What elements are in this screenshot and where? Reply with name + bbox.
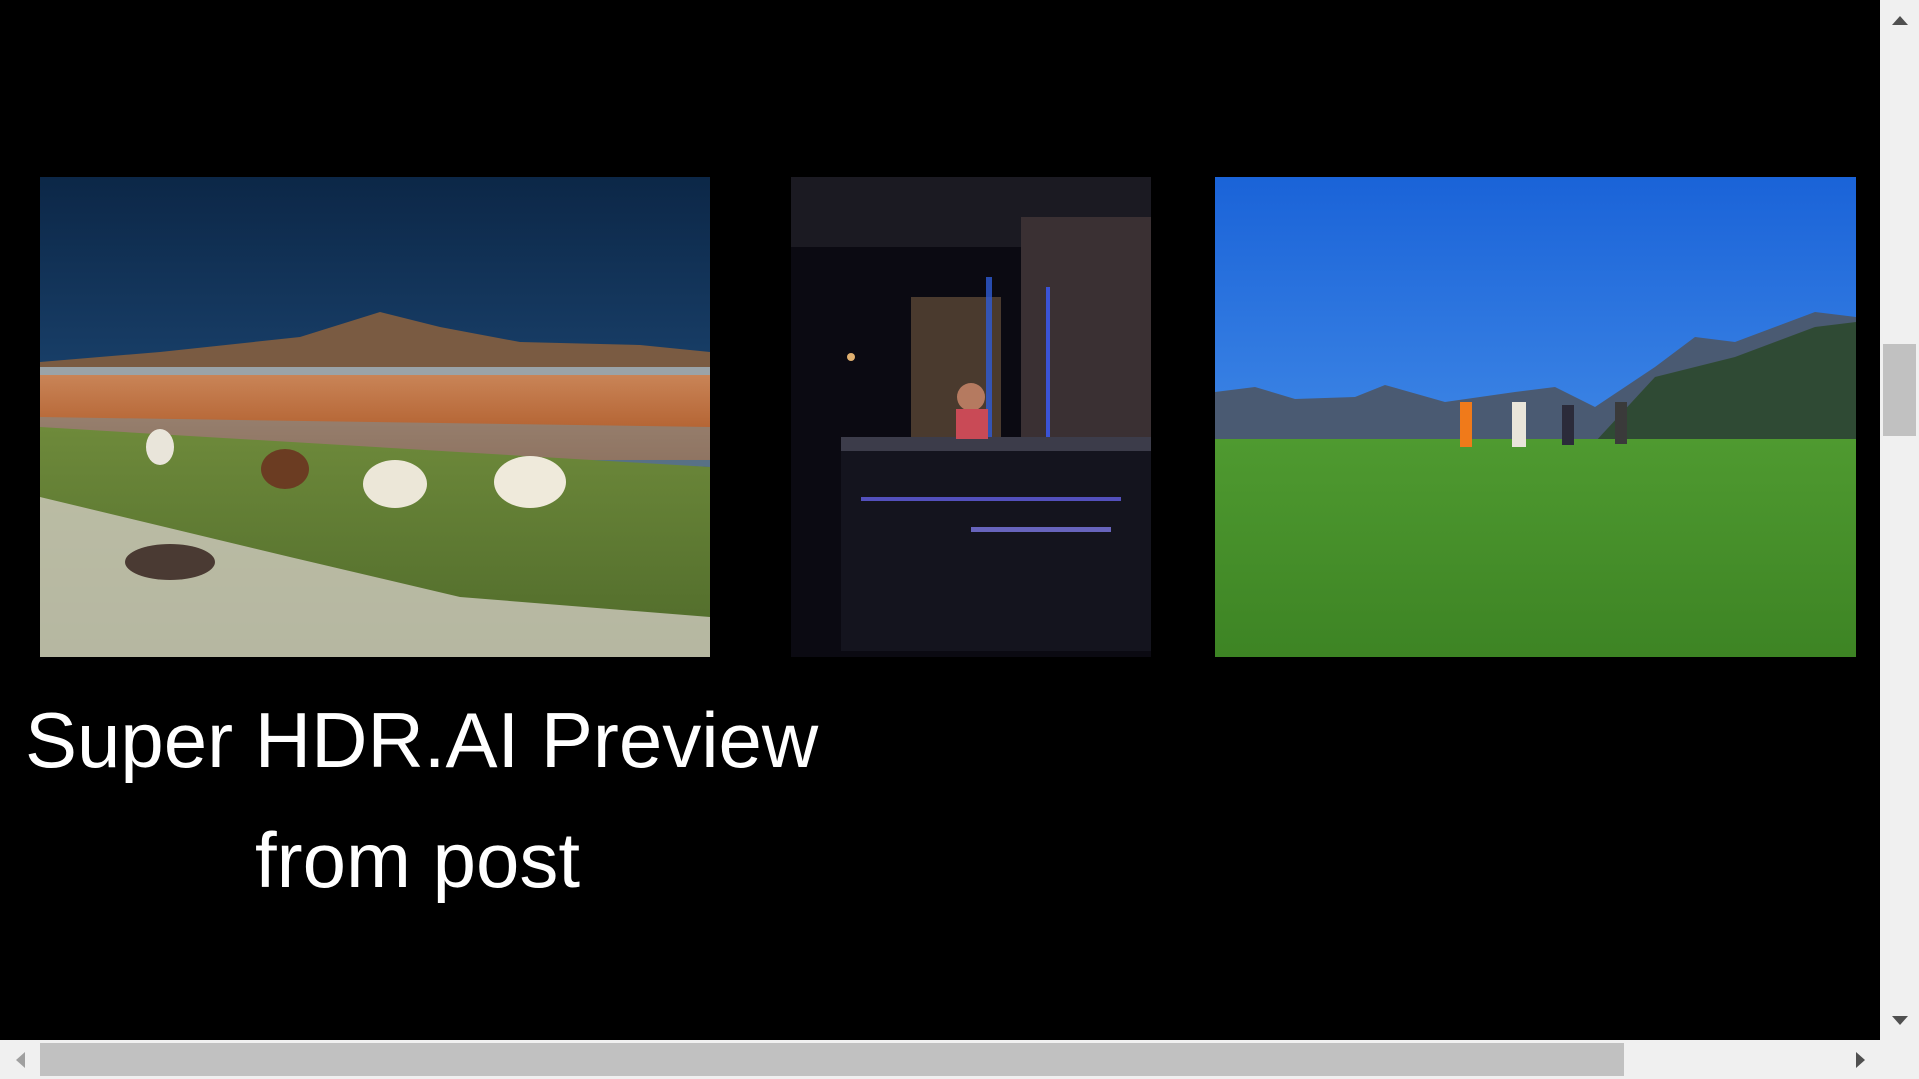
caption-subtitle: from post <box>255 816 581 904</box>
scroll-right-button[interactable] <box>1840 1040 1880 1079</box>
mountain-meadow-photo <box>1215 177 1856 657</box>
vertical-scrollbar[interactable] <box>1880 0 1919 1040</box>
caption-title: Super HDR.AI Preview <box>25 696 819 784</box>
horizontal-scroll-thumb[interactable] <box>40 1043 1624 1076</box>
neon-kitchen-photo <box>791 177 1151 657</box>
triangle-up-icon <box>1891 15 1908 25</box>
alpacas-lagoon-photo <box>40 177 710 657</box>
scrollbar-corner <box>1880 1040 1919 1079</box>
page-viewport: Super HDR.AI Preview from post <box>0 0 1880 1040</box>
scroll-down-button[interactable] <box>1880 1000 1919 1040</box>
vertical-scroll-thumb[interactable] <box>1883 344 1916 436</box>
triangle-left-icon <box>15 1051 25 1068</box>
scroll-up-button[interactable] <box>1880 0 1919 40</box>
scroll-left-button[interactable] <box>0 1040 40 1079</box>
triangle-down-icon <box>1891 1015 1908 1025</box>
triangle-right-icon <box>1855 1051 1865 1068</box>
horizontal-scrollbar[interactable] <box>0 1040 1880 1079</box>
